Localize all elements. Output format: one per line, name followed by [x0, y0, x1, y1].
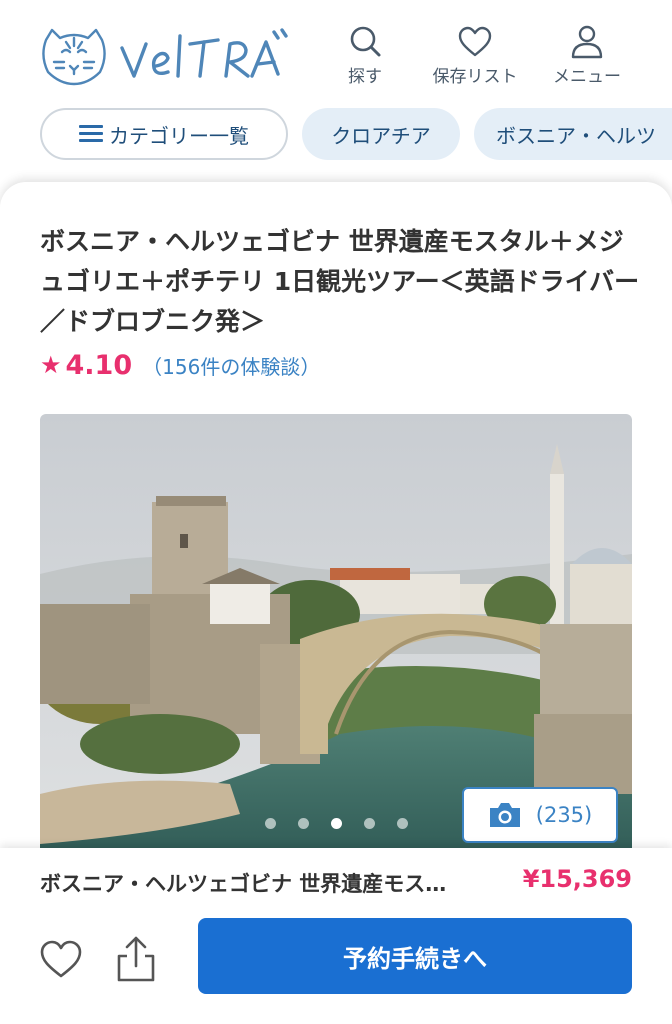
- photo-count: (235): [535, 803, 593, 827]
- photo-gallery-button[interactable]: (235): [462, 787, 618, 843]
- camera-icon: [489, 803, 520, 827]
- nav-saved-list[interactable]: 保存リスト: [430, 24, 520, 90]
- rating: ★ 4.10 （156件の体験談）: [40, 348, 320, 382]
- carousel-dot[interactable]: [264, 818, 276, 829]
- booking-button-label: 予約手続きへ: [343, 944, 487, 973]
- chip-bosnia-label: ボスニア・ヘルツ: [496, 123, 656, 148]
- share-button[interactable]: [113, 934, 159, 984]
- chip-croatia-label: クロアチア: [331, 123, 431, 148]
- category-list-button[interactable]: カテゴリー一覧: [40, 108, 288, 160]
- chip-bosnia[interactable]: ボスニア・ヘルツ: [474, 108, 672, 160]
- carousel-dot-active[interactable]: [330, 818, 342, 829]
- tour-card: ボスニア・ヘルツェゴビナ 世界遺産モスタル＋メジュゴリエ＋ポチテリ 1日観光ツア…: [0, 182, 672, 882]
- heart-icon: [458, 26, 492, 57]
- rating-score: 4.10: [65, 349, 133, 381]
- nav-menu-label: メニュー: [553, 67, 621, 87]
- nav-saved-label: 保存リスト: [432, 67, 518, 87]
- category-chips: カテゴリー一覧 クロアチア ボスニア・ヘルツ: [0, 108, 672, 164]
- nav-menu[interactable]: メニュー: [542, 24, 632, 90]
- nav-search[interactable]: 探す: [320, 24, 410, 90]
- booking-tour-name: ボスニア・ヘルツェゴビナ 世界遺産モス…: [40, 872, 447, 896]
- booking-price: ¥15,369: [522, 865, 632, 893]
- nav-search-label: 探す: [348, 67, 382, 87]
- save-heart-button[interactable]: [38, 936, 84, 982]
- booking-button[interactable]: 予約手続きへ: [198, 918, 632, 994]
- carousel-dot[interactable]: [297, 818, 309, 829]
- star-icon: ★: [40, 351, 62, 379]
- veltra-logo[interactable]: [40, 22, 290, 88]
- menu-icon: [79, 125, 103, 143]
- carousel-dot[interactable]: [396, 818, 408, 829]
- search-icon: [350, 26, 381, 57]
- user-icon: [571, 25, 603, 59]
- carousel-dot[interactable]: [363, 818, 375, 829]
- chip-croatia[interactable]: クロアチア: [302, 108, 460, 160]
- booking-bar: ボスニア・ヘルツェゴビナ 世界遺産モス… ¥15,369 予約手続きへ: [0, 848, 672, 1024]
- category-list-label: カテゴリー一覧: [109, 123, 249, 148]
- header: 探す 保存リスト メニュー: [0, 0, 672, 100]
- tour-title: ボスニア・ヘルツェゴビナ 世界遺産モスタル＋メジュゴリエ＋ポチテリ 1日観光ツア…: [40, 227, 640, 336]
- reviews-link[interactable]: （156件の体験談）: [142, 351, 320, 380]
